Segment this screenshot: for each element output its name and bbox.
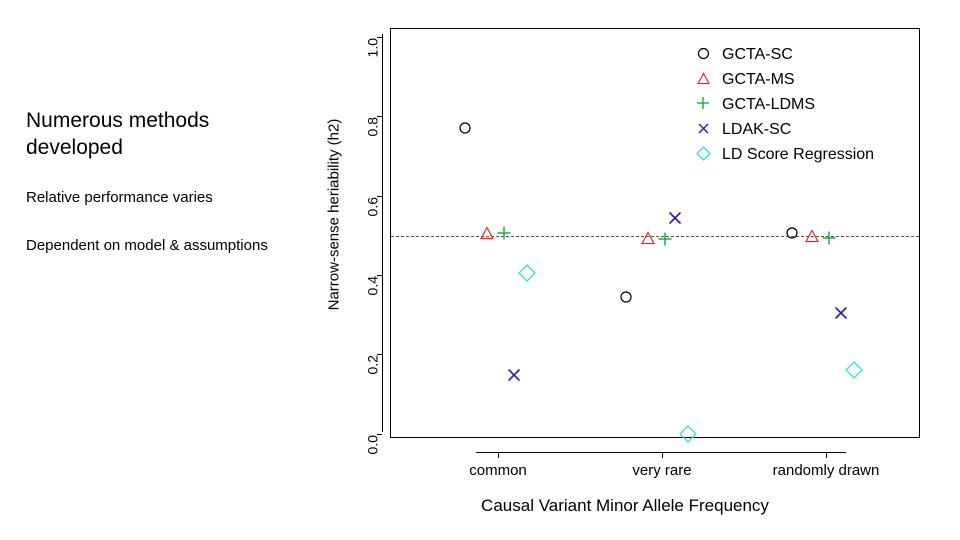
legend-item-ld-score-regression: LD Score Regression (690, 142, 925, 167)
x-axis (476, 452, 846, 453)
y-axis (382, 34, 383, 432)
x-axis-title: Causal Variant Minor Allele Frequency (481, 496, 769, 515)
cross-icon (690, 122, 716, 138)
bullet-item-3: Dependent on model & assumptions (26, 237, 268, 254)
triangle-icon (690, 71, 716, 88)
y-tick-label: 0.0 (364, 435, 380, 455)
x-tick-mark (498, 452, 499, 458)
y-tick-label: 0.8 (364, 117, 380, 137)
slide: Numerous methods developed Relative perf… (0, 0, 960, 540)
legend-label: LDAK-SC (722, 120, 792, 138)
y-tick-label: 0.6 (364, 197, 380, 217)
plus-icon (690, 96, 716, 113)
bullet-item-2: Relative performance varies (26, 188, 213, 206)
y-tick-label: 0.4 (364, 276, 380, 296)
legend-label: GCTA-SC (722, 45, 793, 63)
x-tick-mark (826, 452, 827, 458)
legend-label: GCTA-MS (722, 70, 795, 88)
bullet-list: Numerous methods developed Relative perf… (26, 108, 286, 284)
legend-item-gcta-ldms: GCTA-LDMS (690, 92, 925, 117)
circle-icon (690, 47, 716, 63)
reference-line (391, 236, 919, 237)
legend-item-gcta-ms: GCTA-MS (690, 67, 925, 92)
legend: GCTA-SC GCTA-MS GCTA-LDMS LDAK-SC LD Sco… (690, 42, 925, 167)
legend-label: GCTA-LDMS (722, 95, 816, 113)
y-tick-label: 0.2 (364, 355, 380, 375)
scatter-chart: Narrow-sense heriability (h2) 0.0 0.2 0.… (300, 6, 950, 534)
y-axis-title: Narrow-sense heriability (h2) (325, 118, 343, 311)
diamond-icon (690, 145, 716, 164)
legend-item-ldak-sc: LDAK-SC (690, 117, 925, 142)
x-tick-mark (662, 452, 663, 458)
x-tick-label-randomly-drawn: randomly drawn (772, 462, 880, 479)
legend-label: LD Score Regression (722, 145, 875, 163)
y-tick-label: 1.0 (364, 38, 380, 58)
x-tick-label-very-rare: very rare (632, 462, 692, 479)
legend-item-gcta-sc: GCTA-SC (690, 42, 925, 67)
bullet-item-1: Numerous methods developed (26, 109, 210, 159)
x-tick-label-common: common (469, 462, 527, 479)
